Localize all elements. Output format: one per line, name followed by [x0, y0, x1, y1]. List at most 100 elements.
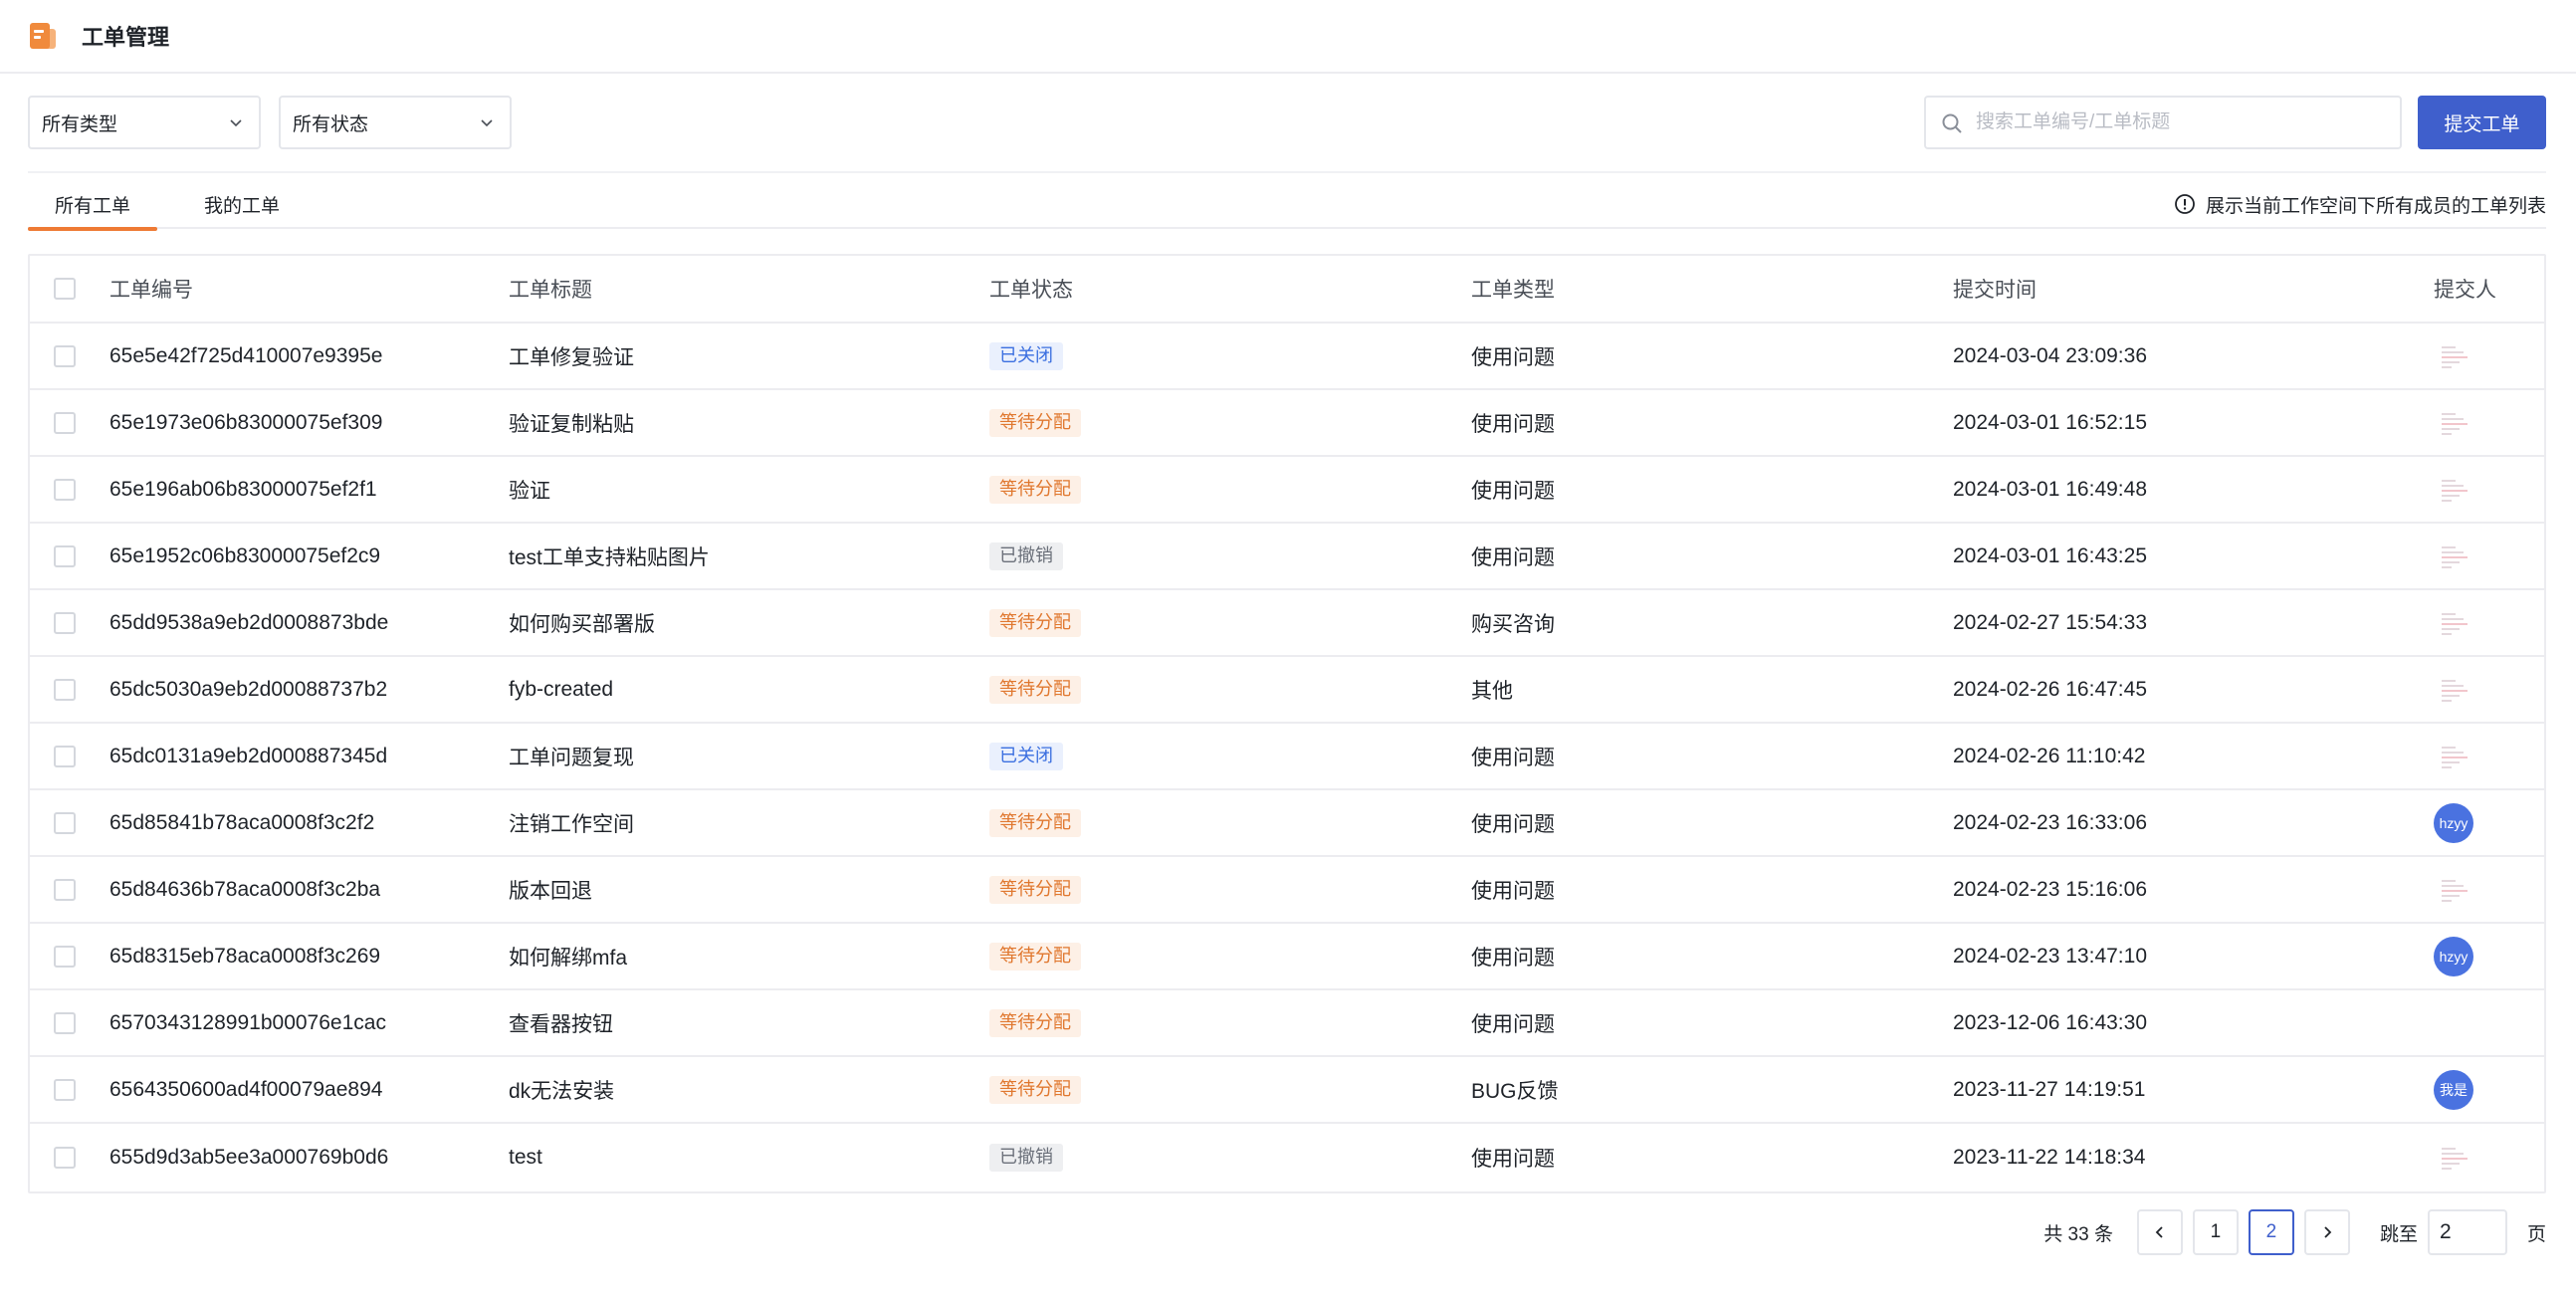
ticket-title[interactable]: 如何购买部署版 — [509, 590, 655, 655]
page-unit: 页 — [2526, 1223, 2546, 1245]
table-row[interactable]: 655d9d3ab5ee3a000769b0d6 test 已撤销 使用问题 2023-… — [30, 1124, 2544, 1190]
table-row[interactable]: 65e1952c06b83000075ef2c9 test工单支持粘贴图片 已撤销 使… — [30, 524, 2544, 590]
ticket-type: 使用问题 — [1471, 879, 1555, 903]
type-select-value: 所有类型 — [42, 113, 118, 135]
row-checkbox[interactable] — [54, 478, 76, 501]
ticket-time: 2024-02-26 16:47:45 — [1953, 677, 2147, 701]
submitter-avatar-image[interactable] — [2434, 870, 2473, 910]
row-checkbox[interactable] — [54, 1146, 76, 1169]
ticket-submitter — [2434, 857, 2473, 922]
table-row[interactable]: 65e5e42f725d410007e9395e 工单修复验证 已关闭 使用问题 202… — [30, 324, 2544, 390]
ticket-title[interactable]: 工单修复验证 — [509, 324, 634, 388]
ticket-title[interactable]: 工单问题复现 — [509, 724, 634, 788]
ticket-title[interactable]: 验证 — [509, 457, 550, 522]
ticket-submitter — [2434, 390, 2473, 455]
submitter-avatar-image[interactable] — [2434, 537, 2473, 576]
submitter-avatar-image[interactable] — [2434, 470, 2473, 510]
chevron-left-icon — [2155, 1226, 2163, 1238]
row-checkbox[interactable] — [54, 411, 76, 434]
row-select-cell — [30, 590, 100, 655]
row-checkbox[interactable] — [54, 745, 76, 767]
jump-page-input[interactable] — [2427, 1209, 2507, 1255]
ticket-title[interactable]: 验证复制粘贴 — [509, 390, 634, 455]
column-header-type: 工单类型 — [1471, 279, 1555, 302]
submitter-avatar-image[interactable] — [2434, 1138, 2473, 1178]
row-checkbox[interactable] — [54, 344, 76, 367]
ticket-type: 使用问题 — [1471, 746, 1555, 769]
ticket-title[interactable]: 如何解绑mfa — [509, 924, 627, 988]
submitter-avatar-image[interactable] — [2434, 670, 2473, 710]
table-row[interactable]: 65dc5030a9eb2d00088737b2 fyb-created 等待分配 其… — [30, 657, 2544, 724]
ticket-title[interactable]: test — [509, 1124, 542, 1190]
row-checkbox[interactable] — [54, 611, 76, 634]
ticket-status-cell: 已撤销 — [989, 524, 1063, 588]
ticket-id: 65dd9538a9eb2d0008873bde — [109, 610, 389, 634]
row-select-cell — [30, 524, 100, 588]
submitter-avatar-image[interactable] — [2434, 737, 2473, 776]
row-checkbox[interactable] — [54, 544, 76, 567]
page-button-2[interactable]: 2 — [2248, 1209, 2294, 1255]
row-select-cell — [30, 1124, 100, 1190]
table-row[interactable]: 6570343128991b00076e1cac 查看器按钮 等待分配 使用问题 202… — [30, 990, 2544, 1057]
prev-page-button[interactable] — [2136, 1209, 2183, 1255]
status-badge: 已撤销 — [989, 1143, 1063, 1172]
ticket-id: 65d8315eb78aca0008f3c269 — [109, 944, 381, 968]
select-all-checkbox[interactable] — [54, 278, 76, 300]
row-checkbox[interactable] — [54, 1078, 76, 1101]
submitter-avatar-image[interactable] — [2434, 603, 2473, 643]
submit-ticket-button[interactable]: 提交工单 — [2418, 96, 2546, 149]
ticket-title[interactable]: 查看器按钮 — [509, 990, 613, 1055]
table-row[interactable]: 65d8315eb78aca0008f3c269 如何解绑mfa 等待分配 使用问题 2… — [30, 924, 2544, 990]
ticket-title[interactable]: test工单支持粘贴图片 — [509, 524, 710, 588]
ticket-id: 65e5e42f725d410007e9395e — [109, 343, 383, 367]
row-select-cell — [30, 857, 100, 922]
ticket-title[interactable]: fyb-created — [509, 657, 613, 722]
ticket-type: 购买咨询 — [1471, 612, 1555, 636]
row-select-cell — [30, 324, 100, 388]
search-icon — [1942, 113, 1962, 133]
ticket-title[interactable]: dk无法安装 — [509, 1057, 614, 1122]
type-select[interactable]: 所有类型 — [28, 96, 261, 149]
ticket-title[interactable]: 注销工作空间 — [509, 790, 634, 855]
tab-hint-text: 展示当前工作空间下所有成员的工单列表 — [2205, 195, 2546, 217]
row-checkbox[interactable] — [54, 878, 76, 901]
ticket-time: 2023-11-27 14:19:51 — [1953, 1077, 2146, 1101]
filter-bar: 所有类型 所有状态 提交工单 — [28, 96, 2546, 149]
ticket-title[interactable]: 版本回退 — [509, 857, 592, 922]
ticket-id: 65e1973e06b83000075ef309 — [109, 410, 383, 434]
submitter-avatar[interactable]: hzyy — [2434, 936, 2473, 976]
ticket-submitter: hzyy — [2434, 790, 2473, 855]
row-checkbox[interactable] — [54, 945, 76, 968]
ticket-id: 65dc0131a9eb2d000887345d — [109, 744, 388, 767]
table-row[interactable]: 65dd9538a9eb2d0008873bde 如何购买部署版 等待分配 购买咨询 2… — [30, 590, 2544, 657]
row-checkbox[interactable] — [54, 811, 76, 834]
submitter-avatar-image[interactable] — [2434, 336, 2473, 376]
table-row[interactable]: 65d85841b78aca0008f3c2f2 注销工作空间 等待分配 使用问题 20… — [30, 790, 2544, 857]
row-checkbox[interactable] — [54, 678, 76, 701]
status-select[interactable]: 所有状态 — [279, 96, 512, 149]
ticket-id: 65e1952c06b83000075ef2c9 — [109, 543, 381, 567]
ticket-type: 使用问题 — [1471, 1012, 1555, 1036]
ticket-time: 2024-02-27 15:54:33 — [1953, 610, 2147, 634]
tab-bar: 所有工单 我的工单 展示当前工作空间下所有成员的工单列表 — [28, 179, 2546, 231]
search-input[interactable] — [1976, 111, 2400, 133]
pagination: 共 33 条 1 2 跳至 页 — [2043, 1209, 2546, 1255]
tab-all-tickets[interactable]: 所有工单 — [28, 179, 157, 231]
ticket-id: 65d84636b78aca0008f3c2ba — [109, 877, 381, 901]
ticket-type: 使用问题 — [1471, 946, 1555, 970]
table-row[interactable]: 65dc0131a9eb2d000887345d 工单问题复现 已关闭 使用问题 202… — [30, 724, 2544, 790]
table-row[interactable]: 6564350600ad4f00079ae894 dk无法安装 等待分配 BUG反馈 2… — [30, 1057, 2544, 1124]
row-checkbox[interactable] — [54, 1011, 76, 1034]
table-row[interactable]: 65d84636b78aca0008f3c2ba 版本回退 等待分配 使用问题 2024… — [30, 857, 2544, 924]
ticket-id: 6570343128991b00076e1cac — [109, 1010, 386, 1034]
submitter-avatar[interactable]: hzyy — [2434, 802, 2473, 843]
page-button-1[interactable]: 1 — [2192, 1209, 2239, 1255]
submitter-avatar[interactable]: 我是 — [2434, 1069, 2473, 1110]
ticket-submitter — [2434, 1124, 2473, 1190]
submitter-avatar-image[interactable] — [2434, 403, 2473, 443]
table-row[interactable]: 65e1973e06b83000075ef309 验证复制粘贴 等待分配 使用问题 20… — [30, 390, 2544, 457]
status-badge: 等待分配 — [989, 475, 1081, 504]
next-page-button[interactable] — [2303, 1209, 2350, 1255]
tab-my-tickets[interactable]: 我的工单 — [177, 179, 307, 229]
table-row[interactable]: 65e196ab06b83000075ef2f1 验证 等待分配 使用问题 2024-0… — [30, 457, 2544, 524]
